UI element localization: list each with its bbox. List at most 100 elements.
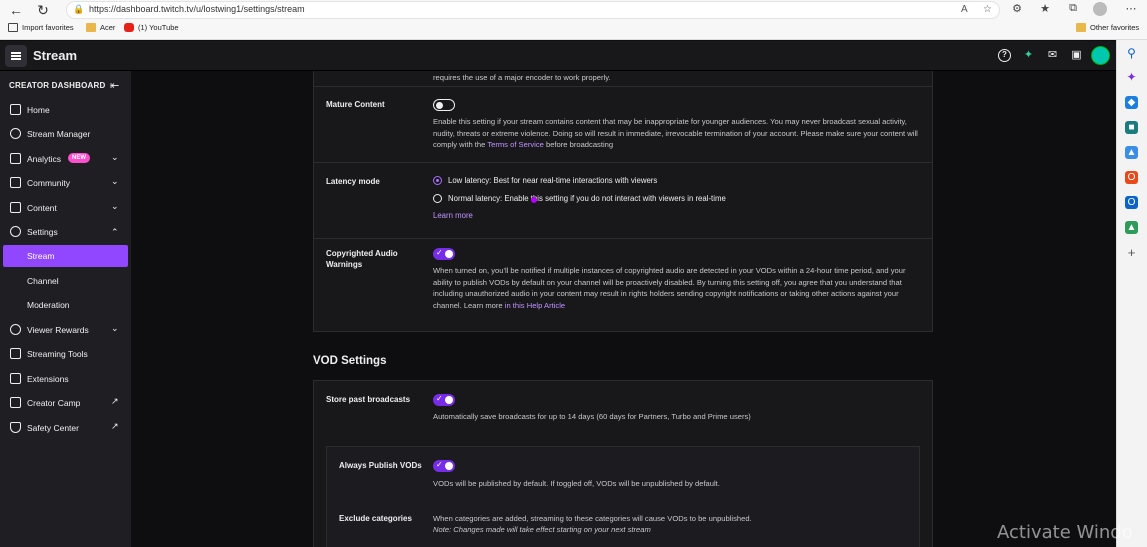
help-article-link[interactable]: in this Help Article <box>505 301 565 310</box>
always-publish-toggle[interactable]: ✓ <box>433 460 455 472</box>
lock-icon: 🔒 <box>73 4 85 14</box>
add-favorite-icon[interactable]: ☆ <box>983 4 992 15</box>
latency-mode-label: Latency mode <box>326 177 380 186</box>
low-latency-radio[interactable] <box>433 176 442 185</box>
bookmark-import-favorites[interactable]: Import favorites <box>8 23 74 32</box>
sidebar-item-extensions[interactable]: Extensions <box>0 368 131 390</box>
extensions-icon[interactable]: ⚙ <box>1010 2 1024 15</box>
page-title: Stream <box>33 48 78 63</box>
sidebar-item-label: Stream Manager <box>27 129 91 139</box>
mature-content-description: Enable this setting if your stream conta… <box>433 116 923 151</box>
sparkle-icon[interactable]: ✦ <box>1022 49 1035 62</box>
search-icon[interactable]: ⚲ <box>1125 47 1138 60</box>
tag-icon[interactable]: ◆ <box>1125 96 1138 109</box>
sidebar-item-stream[interactable]: Stream <box>3 245 128 267</box>
mature-content-toggle[interactable] <box>433 99 455 111</box>
divider <box>314 86 932 87</box>
sidebar-item-community[interactable]: Community ⌄ <box>0 172 131 194</box>
divider <box>314 162 932 163</box>
main-content: requires the use of a major encoder to w… <box>131 71 1116 547</box>
store-broadcasts-label: Store past broadcasts <box>326 395 411 404</box>
bookmark-acer[interactable]: Acer <box>86 23 115 32</box>
folder-icon <box>86 23 96 32</box>
refresh-icon[interactable]: ↻ <box>34 2 52 18</box>
cursor-highlight <box>531 197 537 203</box>
address-bar[interactable]: 🔒 https://dashboard.twitch.tv/u/lostwing… <box>66 1 1000 19</box>
sidebar-item-analytics[interactable]: Analytics NEW ⌄ <box>0 148 131 170</box>
store-broadcasts-toggle[interactable]: ✓ <box>433 394 455 406</box>
collapse-icon[interactable]: ⇤ <box>110 79 119 92</box>
more-menu-icon[interactable]: ⋯ <box>1124 2 1138 15</box>
sidebar-item-settings[interactable]: Settings ⌃ <box>0 221 131 243</box>
avatar[interactable] <box>1091 46 1110 65</box>
mature-text-end: before broadcasting <box>543 140 614 150</box>
normal-latency-radio[interactable] <box>433 194 442 203</box>
chevron-down-icon: ⌄ <box>111 152 119 162</box>
sidebar-item-label: Safety Center <box>27 423 79 433</box>
twitch-top-bar: Stream ? ✦ ✉ ▣ <box>0 41 1116 71</box>
copilot-icon[interactable]: ✦ <box>1125 71 1138 84</box>
low-latency-label: Low latency: Best for near real-time int… <box>448 176 658 185</box>
tree-icon[interactable]: ▲ <box>1125 221 1138 234</box>
menu-button[interactable] <box>5 45 27 67</box>
shield-icon <box>10 422 21 433</box>
external-link-icon: ↗ <box>111 396 119 406</box>
latency-learn-more-link[interactable]: Learn more <box>433 211 473 220</box>
always-publish-label: Always Publish VODs <box>339 461 422 470</box>
bookmark-other-favorites[interactable]: Other favorites <box>1076 23 1139 32</box>
sidebar-item-creator-camp[interactable]: Creator Camp ↗ <box>0 392 131 414</box>
exclude-categories-label: Exclude categories <box>339 514 412 523</box>
sidebar-item-label: Extensions <box>27 374 69 384</box>
games-icon[interactable]: ▲ <box>1125 146 1138 159</box>
sidebar-item-viewer-rewards[interactable]: Viewer Rewards ⌄ <box>0 319 131 341</box>
always-publish-description: VODs will be published by default. If to… <box>433 479 720 488</box>
add-icon[interactable]: + <box>1125 246 1138 259</box>
external-link-icon: ↗ <box>111 421 119 431</box>
toolbox-icon[interactable]: ■ <box>1125 121 1138 134</box>
publish-settings-panel: Always Publish VODs ✓ VODs will be publi… <box>326 446 920 547</box>
analytics-icon <box>10 153 21 164</box>
encoder-note: requires the use of a major encoder to w… <box>433 73 611 82</box>
copyright-audio-toggle[interactable]: ✓ <box>433 248 455 260</box>
sidebar-item-label: Settings <box>27 227 58 237</box>
mature-content-label: Mature Content <box>326 100 385 109</box>
broadcast-icon <box>10 128 21 139</box>
bookmark-label: Other favorites <box>1090 23 1140 32</box>
sidebar-item-home[interactable]: Home <box>0 99 131 121</box>
sidebar-item-label: Creator Camp <box>27 398 81 408</box>
help-icon[interactable]: ? <box>998 49 1011 62</box>
sidebar-item-label: Stream <box>27 251 55 261</box>
whispers-icon[interactable]: ▣ <box>1070 49 1083 62</box>
youtube-icon <box>124 23 134 32</box>
sidebar-item-label: Viewer Rewards <box>27 325 89 335</box>
bookmark-youtube[interactable]: (1) YouTube <box>124 23 179 32</box>
store-broadcasts-description: Automatically save broadcasts for up to … <box>433 412 751 421</box>
collections-icon[interactable]: ⧉ <box>1066 2 1080 15</box>
rewards-icon <box>10 324 21 335</box>
outlook-icon[interactable]: O <box>1125 196 1138 209</box>
inbox-icon[interactable]: ✉ <box>1046 49 1059 62</box>
terms-of-service-link[interactable]: Terms of Service <box>487 140 544 149</box>
browser-profile-avatar[interactable] <box>1093 2 1107 16</box>
read-aloud-icon[interactable]: A <box>961 4 968 15</box>
back-arrow-icon[interactable]: ← <box>7 2 25 18</box>
office-icon[interactable]: O <box>1125 171 1138 184</box>
vod-settings-panel: Store past broadcasts ✓ Automatically sa… <box>313 380 933 547</box>
sidebar-item-content[interactable]: Content ⌄ <box>0 197 131 219</box>
gear-icon <box>10 226 21 237</box>
sidebar-item-moderation[interactable]: Moderation <box>0 294 131 316</box>
sidebar-item-label: Channel <box>27 276 59 286</box>
favorites-icon[interactable]: ★ <box>1038 2 1052 15</box>
sidebar-item-streaming-tools[interactable]: Streaming Tools <box>0 343 131 365</box>
community-icon <box>10 177 21 188</box>
stream-settings-panel: requires the use of a major encoder to w… <box>313 71 933 332</box>
chevron-up-icon: ⌃ <box>111 227 119 237</box>
url-text: https://dashboard.twitch.tv/u/lostwing1/… <box>89 4 305 14</box>
sidebar-item-stream-manager[interactable]: Stream Manager <box>0 123 131 145</box>
chevron-down-icon: ⌄ <box>111 323 119 333</box>
sidebar-item-channel[interactable]: Channel <box>0 270 131 292</box>
exclude-categories-description: When categories are added, streaming to … <box>433 514 752 523</box>
extensions-icon <box>10 373 21 384</box>
bookmark-label: Import favorites <box>22 23 74 32</box>
sidebar-item-safety-center[interactable]: Safety Center ↗ <box>0 417 131 439</box>
